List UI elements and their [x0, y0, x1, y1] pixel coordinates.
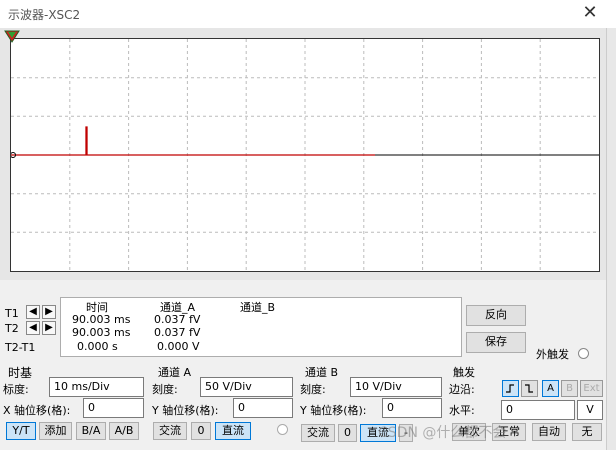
right-edge-panel [606, 28, 616, 450]
trigger-source-a-button[interactable]: A [542, 380, 559, 397]
x-position-label: X 轴位移(格): [3, 404, 71, 417]
timebase-scale-input[interactable]: 10 ms/Div [49, 377, 144, 397]
channel-a-ypos-label: Y 轴位移(格): [152, 404, 219, 417]
row3-channel-a: 0.000 V [157, 340, 200, 353]
t1-left-arrow-icon[interactable]: ◀ [26, 305, 40, 319]
col-channel-b-header: 通道_B [240, 301, 276, 314]
ext-trigger-terminal[interactable] [578, 348, 589, 359]
mode-ab-button[interactable]: A/B [109, 422, 139, 440]
t2-right-arrow-icon[interactable]: ▶ [42, 321, 56, 335]
t2-left-arrow-icon[interactable]: ◀ [26, 321, 40, 335]
trigger-edge-label: 边沿: [449, 383, 475, 396]
channel-a-title: 通道 A [158, 366, 192, 379]
channel-a-ac-button[interactable]: 交流 [153, 422, 187, 440]
channel-b-scale-label: 刻度: [300, 383, 326, 396]
trigger-level-label: 水平: [449, 404, 475, 417]
channel-b-ypos-input[interactable]: 0 [382, 398, 442, 418]
trigger-auto-button[interactable]: 自动 [532, 423, 566, 441]
mode-add-button[interactable]: 添加 [39, 422, 72, 440]
x-position-input[interactable]: 0 [83, 398, 144, 418]
channel-b-zero-button[interactable]: 0 [338, 424, 357, 442]
t2t1-label: T2-T1 [5, 341, 36, 354]
timebase-scale-label: 标度: [3, 383, 29, 396]
timebase-title: 时基 [8, 366, 33, 380]
rising-edge-icon[interactable] [502, 380, 519, 397]
channel-b-title: 通道 B [305, 366, 339, 379]
channel-a-trace [11, 126, 375, 156]
channel-b-scale-input[interactable]: 10 V/Div [350, 377, 442, 397]
trigger-level-unit[interactable]: V [577, 400, 603, 420]
row3-time: 0.000 s [77, 340, 118, 353]
t1-label: T1 [5, 307, 19, 320]
channel-a-scale-input[interactable]: 50 V/Div [200, 377, 293, 397]
channel-b-ac-button[interactable]: 交流 [301, 424, 335, 442]
channel-a-zero-button[interactable]: 0 [191, 422, 211, 440]
row2-time: 90.003 ms [72, 326, 131, 339]
row1-channel-a: 0.037 fV [154, 313, 201, 326]
channel-a-terminal[interactable] [277, 424, 288, 435]
t2-label: T2 [5, 322, 19, 335]
oscilloscope-screen[interactable] [10, 38, 600, 272]
channel-a-dc-button[interactable]: 直流 [215, 422, 251, 440]
reverse-button[interactable]: 反向 [466, 305, 526, 326]
channel-a-ypos-input[interactable]: 0 [233, 398, 293, 418]
channel-a-scale-label: 刻度: [152, 383, 178, 396]
ext-trigger-label: 外触发 [536, 348, 569, 361]
row1-time: 90.003 ms [72, 313, 131, 326]
trigger-none-button[interactable]: 无 [572, 423, 602, 441]
close-button[interactable]: ✕ [578, 2, 602, 24]
mode-yt-button[interactable]: Y/T [6, 422, 36, 440]
cursor-marker-icon[interactable] [4, 30, 20, 44]
falling-edge-icon[interactable] [521, 380, 538, 397]
trigger-level-input[interactable]: 0 [501, 400, 575, 420]
watermark: CSDN @什么都不会 [378, 425, 507, 441]
row2-channel-a: 0.037 fV [154, 326, 201, 339]
trigger-source-b-button[interactable]: B [561, 380, 578, 397]
mode-ba-button[interactable]: B/A [76, 422, 106, 440]
trigger-source-ext-button[interactable]: Ext [580, 380, 603, 397]
title-bar [0, 0, 616, 28]
trigger-title: 触发 [453, 366, 475, 379]
save-button[interactable]: 保存 [466, 332, 526, 353]
window-title: 示波器-XSC2 [8, 8, 81, 22]
t1-right-arrow-icon[interactable]: ▶ [42, 305, 56, 319]
waveform-display [10, 39, 599, 271]
channel-b-ypos-label: Y 轴位移(格): [300, 404, 367, 417]
